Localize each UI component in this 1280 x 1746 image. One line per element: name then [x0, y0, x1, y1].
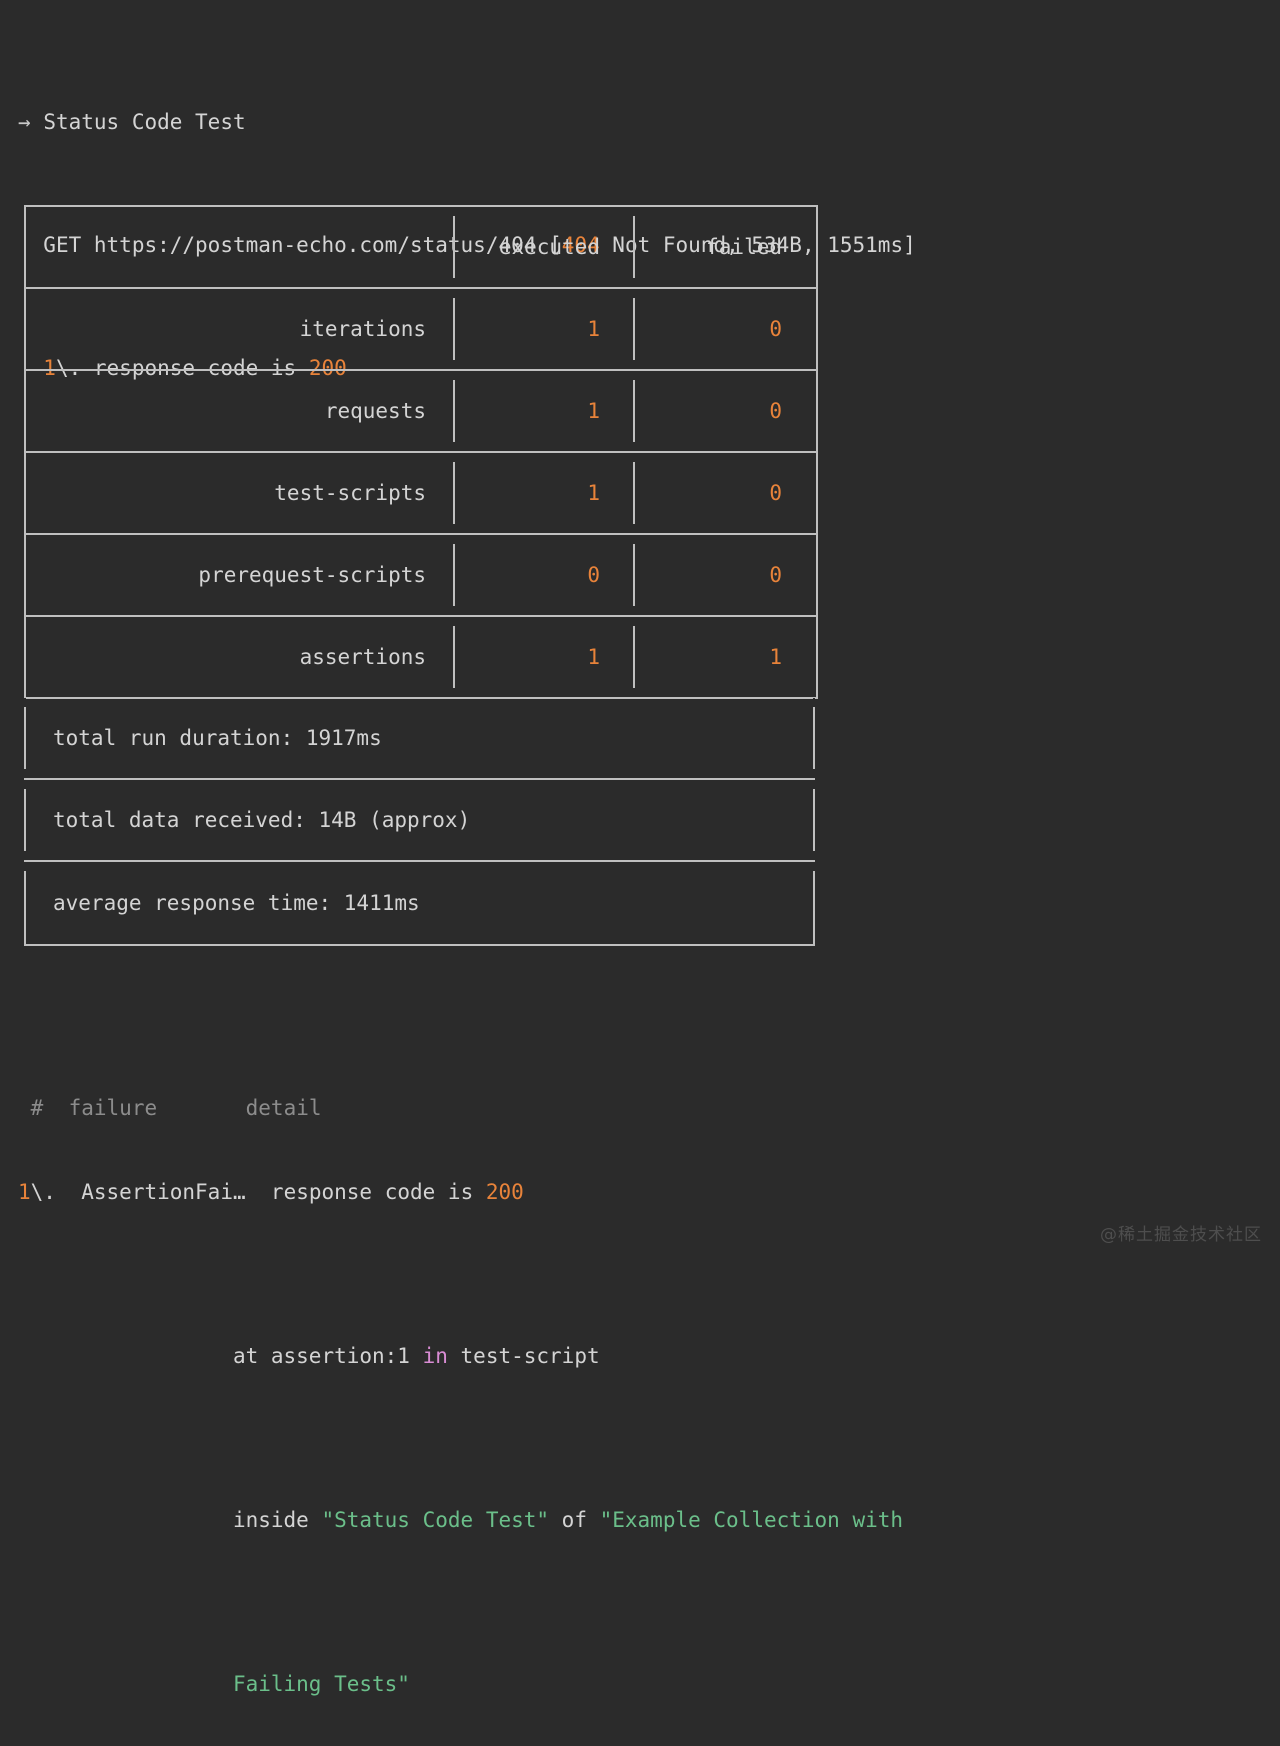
row-executed-requests: 1 — [455, 371, 635, 451]
summary-box: total run duration: 1917ms total data re… — [24, 698, 815, 946]
table-row: test-scripts 1 0 — [26, 453, 816, 535]
failure-inside-collection-line1: "Example Collection with — [600, 1508, 903, 1532]
row-label-prerequest-scripts: prerequest-scripts — [26, 535, 455, 615]
failure-detail-text: response code is — [271, 1180, 486, 1204]
table-row: prerequest-scripts 0 0 — [26, 535, 816, 617]
header-cell-executed: executed — [455, 207, 635, 287]
row-failed-prerequest-scripts: 0 — [635, 535, 816, 615]
table-row: assertions 1 1 — [26, 617, 816, 699]
table-header-row: executed failed — [26, 207, 816, 289]
row-executed-iterations: 1 — [455, 289, 635, 369]
failure-detail-item: 1\. AssertionFai… response code is 200 a… — [18, 1090, 903, 1746]
row-label-assertions: assertions — [26, 617, 455, 697]
border-gap — [813, 769, 815, 778]
border-gap — [813, 780, 815, 789]
header-cell-blank — [26, 207, 455, 287]
failure-line-at: at assertion:1 in test-script — [18, 1336, 903, 1377]
border-gap — [813, 698, 815, 707]
failure-line-inside: inside "Status Code Test" of "Example Co… — [18, 1500, 903, 1541]
row-failed-assertions: 1 — [635, 617, 816, 697]
response-bracket-close: ] — [903, 233, 916, 257]
failure-inside-collection-line2: Failing Tests" — [233, 1672, 410, 1696]
request-name: Status Code Test — [43, 110, 245, 134]
failure-inside-prefix: inside — [233, 1508, 322, 1532]
row-failed-test-scripts: 0 — [635, 453, 816, 533]
row-label-iterations: iterations — [26, 289, 455, 369]
border-gap — [813, 851, 815, 860]
failure-inside-target: "Status Code Test" — [321, 1508, 549, 1532]
summary-row-total-data-received: total data received: 14B (approx) — [26, 780, 813, 862]
summary-row-average-response-time: average response time: 1411ms — [26, 862, 813, 944]
failure-at-suffix: test-script — [448, 1344, 600, 1368]
stats-table: executed failed iterations 1 0 requests … — [24, 205, 818, 699]
header-cell-failed: failed — [635, 207, 816, 287]
row-executed-prerequest-scripts: 0 — [455, 535, 635, 615]
row-executed-test-scripts: 1 — [455, 453, 635, 533]
table-row: requests 1 0 — [26, 371, 816, 453]
row-failed-iterations: 0 — [635, 289, 816, 369]
row-label-test-scripts: test-scripts — [26, 453, 455, 533]
failure-inside-of: of — [549, 1508, 600, 1532]
border-gap — [813, 862, 815, 871]
row-label-requests: requests — [26, 371, 455, 451]
failure-index: 1 — [18, 1180, 31, 1204]
arrow-icon: → — [18, 110, 31, 134]
failure-detail-expected: 200 — [486, 1180, 524, 1204]
failure-name: AssertionFai… — [81, 1180, 245, 1204]
row-executed-assertions: 1 — [455, 617, 635, 697]
failure-line-primary: 1\. AssertionFai… response code is 200 — [18, 1172, 903, 1213]
failure-line-inside-wrap: Failing Tests" — [18, 1664, 903, 1705]
summary-row-total-run-duration: total run duration: 1917ms — [26, 698, 813, 780]
failure-at-keyword: in — [423, 1344, 448, 1368]
request-title-line: → Status Code Test — [18, 102, 916, 143]
failure-index-suffix: \. — [31, 1180, 56, 1204]
table-row: iterations 1 0 — [26, 289, 816, 371]
watermark: @稀土掘金技术社区 — [1100, 1215, 1262, 1256]
failure-at-prefix: at assertion:1 — [233, 1344, 423, 1368]
row-failed-requests: 0 — [635, 371, 816, 451]
